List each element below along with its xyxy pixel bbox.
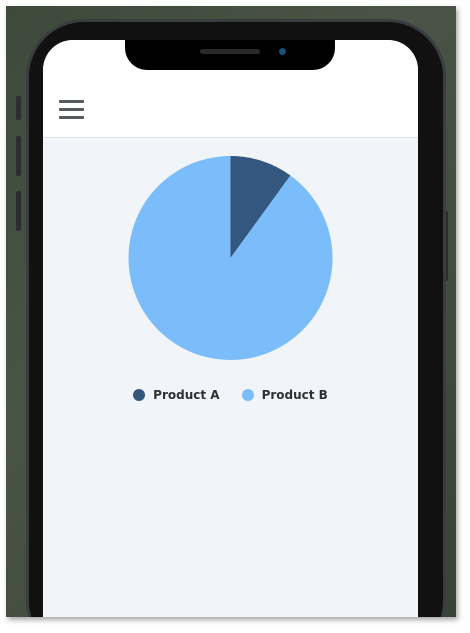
legend-dot-icon — [133, 389, 146, 401]
hamburger-menu-icon[interactable] — [59, 100, 85, 120]
volume-down-button — [16, 191, 21, 231]
legend-label: Product B — [261, 388, 328, 402]
legend-dot-icon — [241, 389, 254, 401]
device-backdrop: Product A Product B — [6, 6, 456, 617]
phone-screen: Product A Product B — [43, 40, 418, 617]
legend-item-product-a[interactable]: Product A — [133, 388, 220, 402]
legend-item-product-b[interactable]: Product B — [241, 388, 328, 402]
chart-legend: Product A Product B — [43, 388, 418, 402]
front-camera — [279, 48, 286, 55]
silent-switch — [16, 96, 21, 120]
volume-up-button — [16, 136, 21, 176]
phone-notch — [125, 40, 335, 70]
legend-label: Product A — [153, 388, 220, 402]
pie-chart-svg — [128, 156, 333, 360]
speaker-grille — [200, 49, 260, 54]
pie-chart — [43, 150, 418, 410]
pie-slice-product-b[interactable] — [128, 156, 333, 360]
